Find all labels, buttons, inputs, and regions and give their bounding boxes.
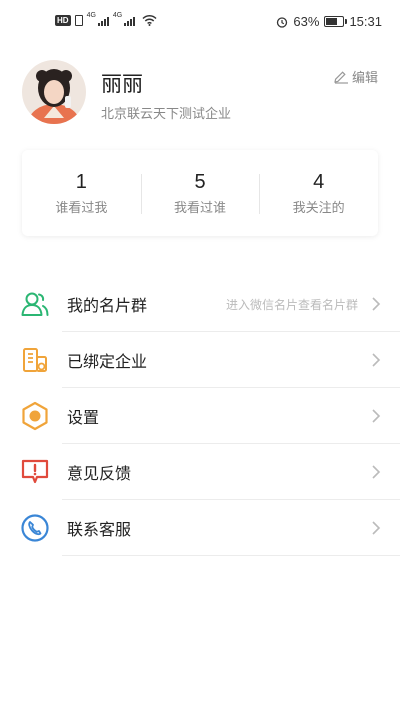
menu-item-settings[interactable]: 设置 <box>0 388 400 444</box>
status-left: HD 4G 4G <box>55 11 157 26</box>
stat-following[interactable]: 4 我关注的 <box>259 170 378 216</box>
signal-icon-2 <box>124 15 136 26</box>
menu-label: 意见反馈 <box>67 464 132 483</box>
menu-hint: 进入微信名片查看名片群 <box>225 297 358 312</box>
avatar-image <box>22 60 86 124</box>
stat-i-viewed[interactable]: 5 我看过谁 <box>140 170 260 216</box>
contacts-icon <box>20 289 50 319</box>
stat-label: 谁看过我 <box>55 201 108 216</box>
stat-viewed-me[interactable]: 1 谁看过我 <box>22 170 141 216</box>
network-label-2: 4G <box>112 11 123 19</box>
stat-value: 1 <box>75 171 87 193</box>
alarm-icon <box>277 16 288 28</box>
battery-icon <box>324 16 348 27</box>
signal-icon <box>97 15 109 26</box>
menu-item-customer-service[interactable]: 联系客服 <box>0 500 400 556</box>
profile-company: 北京联云天下测试企业 <box>101 107 232 122</box>
chevron-right-icon <box>372 521 381 535</box>
stat-value: 4 <box>313 171 325 193</box>
status-right: 63% 15:31 <box>276 14 382 29</box>
battery-fill <box>326 18 337 25</box>
stats-card: 1 谁看过我 5 我看过谁 4 我关注的 <box>22 150 378 236</box>
menu-label: 已绑定企业 <box>67 352 148 371</box>
stat-label: 我关注的 <box>292 201 345 216</box>
battery-percent: 63% <box>293 14 320 29</box>
chevron-right-icon <box>372 465 381 479</box>
stat-value: 5 <box>194 171 206 193</box>
feedback-icon <box>20 457 50 487</box>
edit-label: 编辑 <box>351 71 378 86</box>
menu-item-bound-company[interactable]: 已绑定企业 <box>0 332 400 388</box>
pencil-icon <box>334 70 348 84</box>
network-label-1: 4G <box>86 11 96 19</box>
hd-icon: HD <box>55 14 71 26</box>
settings-icon <box>20 401 50 431</box>
customer-service-icon <box>20 513 50 543</box>
menu-label: 我的名片群 <box>67 296 148 315</box>
sim-icon <box>74 14 83 26</box>
menu-item-card-groups[interactable]: 我的名片群 进入微信名片查看名片群 <box>0 276 400 332</box>
wifi-icon <box>142 14 157 26</box>
menu-list: 我的名片群 进入微信名片查看名片群 已绑定企业 设置 意见反馈 联系客服 <box>0 276 400 556</box>
chevron-right-icon <box>372 297 381 311</box>
status-bar: HD 4G 4G 63% 15:31 <box>0 0 400 46</box>
menu-item-feedback[interactable]: 意见反馈 <box>0 444 400 500</box>
stat-label: 我看过谁 <box>174 201 227 216</box>
menu-label: 联系客服 <box>67 520 132 539</box>
chevron-right-icon <box>372 409 381 423</box>
menu-label: 设置 <box>67 408 100 427</box>
edit-button[interactable]: 编辑 <box>333 67 378 86</box>
company-icon <box>20 345 50 375</box>
chevron-right-icon <box>372 353 381 367</box>
clock: 15:31 <box>349 14 382 29</box>
avatar[interactable] <box>22 60 86 124</box>
profile-name: 丽丽 <box>101 72 143 96</box>
